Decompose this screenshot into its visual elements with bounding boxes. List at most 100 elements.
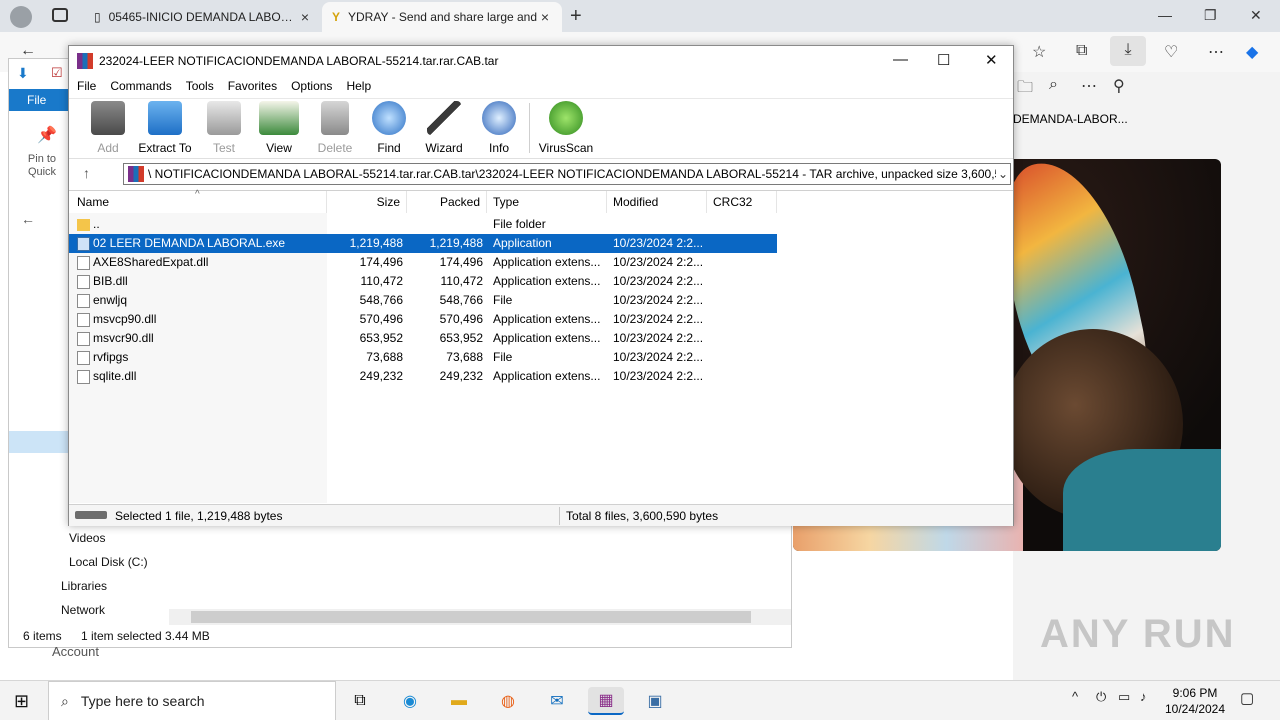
file-explorer-icon[interactable]: ▬ (441, 687, 477, 715)
cell-modified: 10/23/2024 2:2... (613, 236, 704, 250)
restore-button[interactable]: ❐ (1204, 7, 1217, 24)
menu-commands[interactable]: Commands (110, 79, 171, 93)
table-row[interactable]: enwljq 548,766 548,766 File 10/23/2024 2… (69, 291, 777, 310)
search-icon[interactable]: ⌕ (1049, 76, 1058, 94)
winrar-taskbar-icon[interactable]: ▦ (588, 687, 624, 715)
folder-icon[interactable]: 🗀 (1017, 76, 1033, 103)
menu-options[interactable]: Options (291, 79, 332, 93)
column-header-crc32[interactable]: CRC32 (707, 191, 777, 213)
network-icon[interactable]: ▭ (1118, 689, 1130, 705)
close-button[interactable]: ✕ (1250, 7, 1262, 24)
minimize-button[interactable]: — (893, 51, 908, 68)
maximize-button[interactable]: ☐ (937, 51, 950, 69)
browser-tab-1[interactable]: ▯ 05465-INICIO DEMANDA LABORAL × (84, 2, 322, 32)
add-button[interactable]: Add (80, 101, 136, 155)
chevron-down-icon[interactable]: ⌄ (996, 167, 1010, 181)
search-placeholder: Type here to search (80, 693, 205, 709)
outlook-icon[interactable]: ✉ (539, 687, 575, 715)
copilot-icon[interactable]: ◆ (1246, 42, 1258, 62)
new-tab-button[interactable]: + (570, 5, 582, 28)
up-arrow-icon[interactable]: ↑ (83, 165, 90, 181)
minimize-button[interactable]: — (1158, 7, 1172, 23)
task-view-icon[interactable]: ⧉ (342, 687, 378, 715)
view-button[interactable]: View (251, 101, 307, 155)
column-header-name[interactable]: Name ^ (69, 189, 327, 213)
pin-icon[interactable]: ⚲ (1113, 76, 1125, 96)
virusscan-button[interactable]: VirusScan (537, 101, 595, 155)
cell-modified: 10/23/2024 2:2... (613, 312, 704, 326)
nav-item-network[interactable]: Network (61, 603, 105, 617)
column-header-type[interactable]: Type (487, 191, 607, 213)
close-button[interactable]: ✕ (985, 51, 998, 69)
anyrun-watermark: ANY RUN (1040, 612, 1236, 656)
notification-icon[interactable]: ▢ (1240, 689, 1254, 707)
delete-label: Delete (317, 141, 353, 155)
profile-avatar[interactable] (10, 6, 32, 28)
volume-icon[interactable]: ♪ (1140, 689, 1147, 704)
cell-size: 174,496 (359, 255, 403, 269)
cell-packed: 110,472 (440, 274, 484, 288)
close-tab-icon[interactable]: × (538, 9, 552, 25)
more-icon[interactable]: ⋯ (1081, 76, 1097, 96)
download-filename[interactable]: DEMANDA-LABOR... (1013, 112, 1128, 126)
menu-tools[interactable]: Tools (186, 79, 214, 93)
status-selected: 1 item selected 3.44 MB (81, 629, 210, 643)
more-menu-icon[interactable]: ⋯ (1208, 42, 1224, 62)
ribbon-file-tab[interactable]: File (9, 89, 69, 111)
taskbar-search-box[interactable]: ⌕ Type here to search (48, 681, 336, 720)
menu-file[interactable]: File (77, 79, 96, 93)
remote-app-icon[interactable]: ▣ (637, 687, 673, 715)
cell-packed: 653,952 (439, 331, 483, 345)
toolbar: Add Extract To Test View Delete Find Wiz… (69, 98, 1013, 156)
back-arrow-icon[interactable]: ← (21, 211, 35, 227)
table-row-selected[interactable]: 02 LEER DEMANDA LABORAL.exe 1,219,488 1,… (69, 234, 777, 253)
usb-icon[interactable]: ⏻ (1096, 689, 1106, 705)
browser-essentials-icon[interactable]: ♡ (1164, 42, 1178, 62)
nav-item-local-disk[interactable]: Local Disk (C:) (69, 555, 148, 569)
cell-name: .. (93, 217, 100, 231)
path-combobox[interactable]: \ NOTIFICACIONDEMANDA LABORAL-55214.tar.… (123, 163, 1011, 185)
tab-actions-icon[interactable] (52, 8, 68, 22)
edge-browser-icon[interactable]: ◉ (392, 687, 428, 715)
close-tab-icon[interactable]: × (298, 9, 312, 25)
nav-item-libraries[interactable]: Libraries (61, 579, 107, 593)
magnifier-icon (372, 101, 406, 135)
horizontal-scrollbar[interactable] (169, 609, 791, 625)
collections-icon[interactable]: ⧉ (1076, 42, 1087, 60)
status-selected: Selected 1 file, 1,219,488 bytes (115, 509, 283, 523)
scrollbar-thumb[interactable] (191, 611, 751, 623)
column-header-packed[interactable]: Packed (407, 191, 487, 213)
find-button[interactable]: Find (361, 101, 417, 155)
table-row[interactable]: rvfipgs 73,688 73,688 File 10/23/2024 2:… (69, 348, 777, 367)
nav-item-videos[interactable]: Videos (69, 531, 105, 545)
cell-modified: 10/23/2024 2:2... (613, 369, 704, 383)
cell-type: Application extens... (493, 312, 601, 326)
path-text: \ NOTIFICACIONDEMANDA LABORAL-55214.tar.… (148, 167, 996, 181)
chevron-up-icon[interactable]: ^ (1072, 689, 1078, 704)
favorites-star-icon[interactable]: ☆ (1032, 42, 1046, 62)
table-row[interactable]: BIB.dll 110,472 110,472 Application exte… (69, 272, 777, 291)
column-header-modified[interactable]: Modified (607, 191, 707, 213)
dll-file-icon (77, 332, 90, 346)
table-row[interactable]: AXE8SharedExpat.dll 174,496 174,496 Appl… (69, 253, 777, 272)
pin-quick-access-label[interactable]: Pin to Quick access (15, 153, 69, 179)
test-button[interactable]: Test (196, 101, 252, 155)
account-link[interactable]: Account (52, 644, 99, 659)
firefox-icon[interactable]: ◍ (490, 687, 526, 715)
menu-favorites[interactable]: Favorites (228, 79, 277, 93)
column-header-size[interactable]: Size (327, 191, 407, 213)
table-row[interactable]: .. File folder (69, 215, 777, 234)
windows-start-icon[interactable]: ⊞ (14, 691, 29, 712)
browser-tab-2[interactable]: Y YDRAY - Send and share large and × (322, 2, 562, 32)
table-row[interactable]: msvcr90.dll 653,952 653,952 Application … (69, 329, 777, 348)
extract-to-button[interactable]: Extract To (137, 101, 193, 155)
system-clock[interactable]: 9:06 PM 10/24/2024 (1160, 685, 1230, 717)
delete-button[interactable]: Delete (307, 101, 363, 155)
table-row[interactable]: msvcp90.dll 570,496 570,496 Application … (69, 310, 777, 329)
table-row[interactable]: sqlite.dll 249,232 249,232 Application e… (69, 367, 777, 386)
downloads-icon[interactable]: ⤓ (1110, 36, 1146, 66)
wizard-button[interactable]: Wizard (416, 101, 472, 155)
info-button[interactable]: Info (471, 101, 527, 155)
trash-icon (321, 101, 349, 135)
menu-help[interactable]: Help (346, 79, 371, 93)
